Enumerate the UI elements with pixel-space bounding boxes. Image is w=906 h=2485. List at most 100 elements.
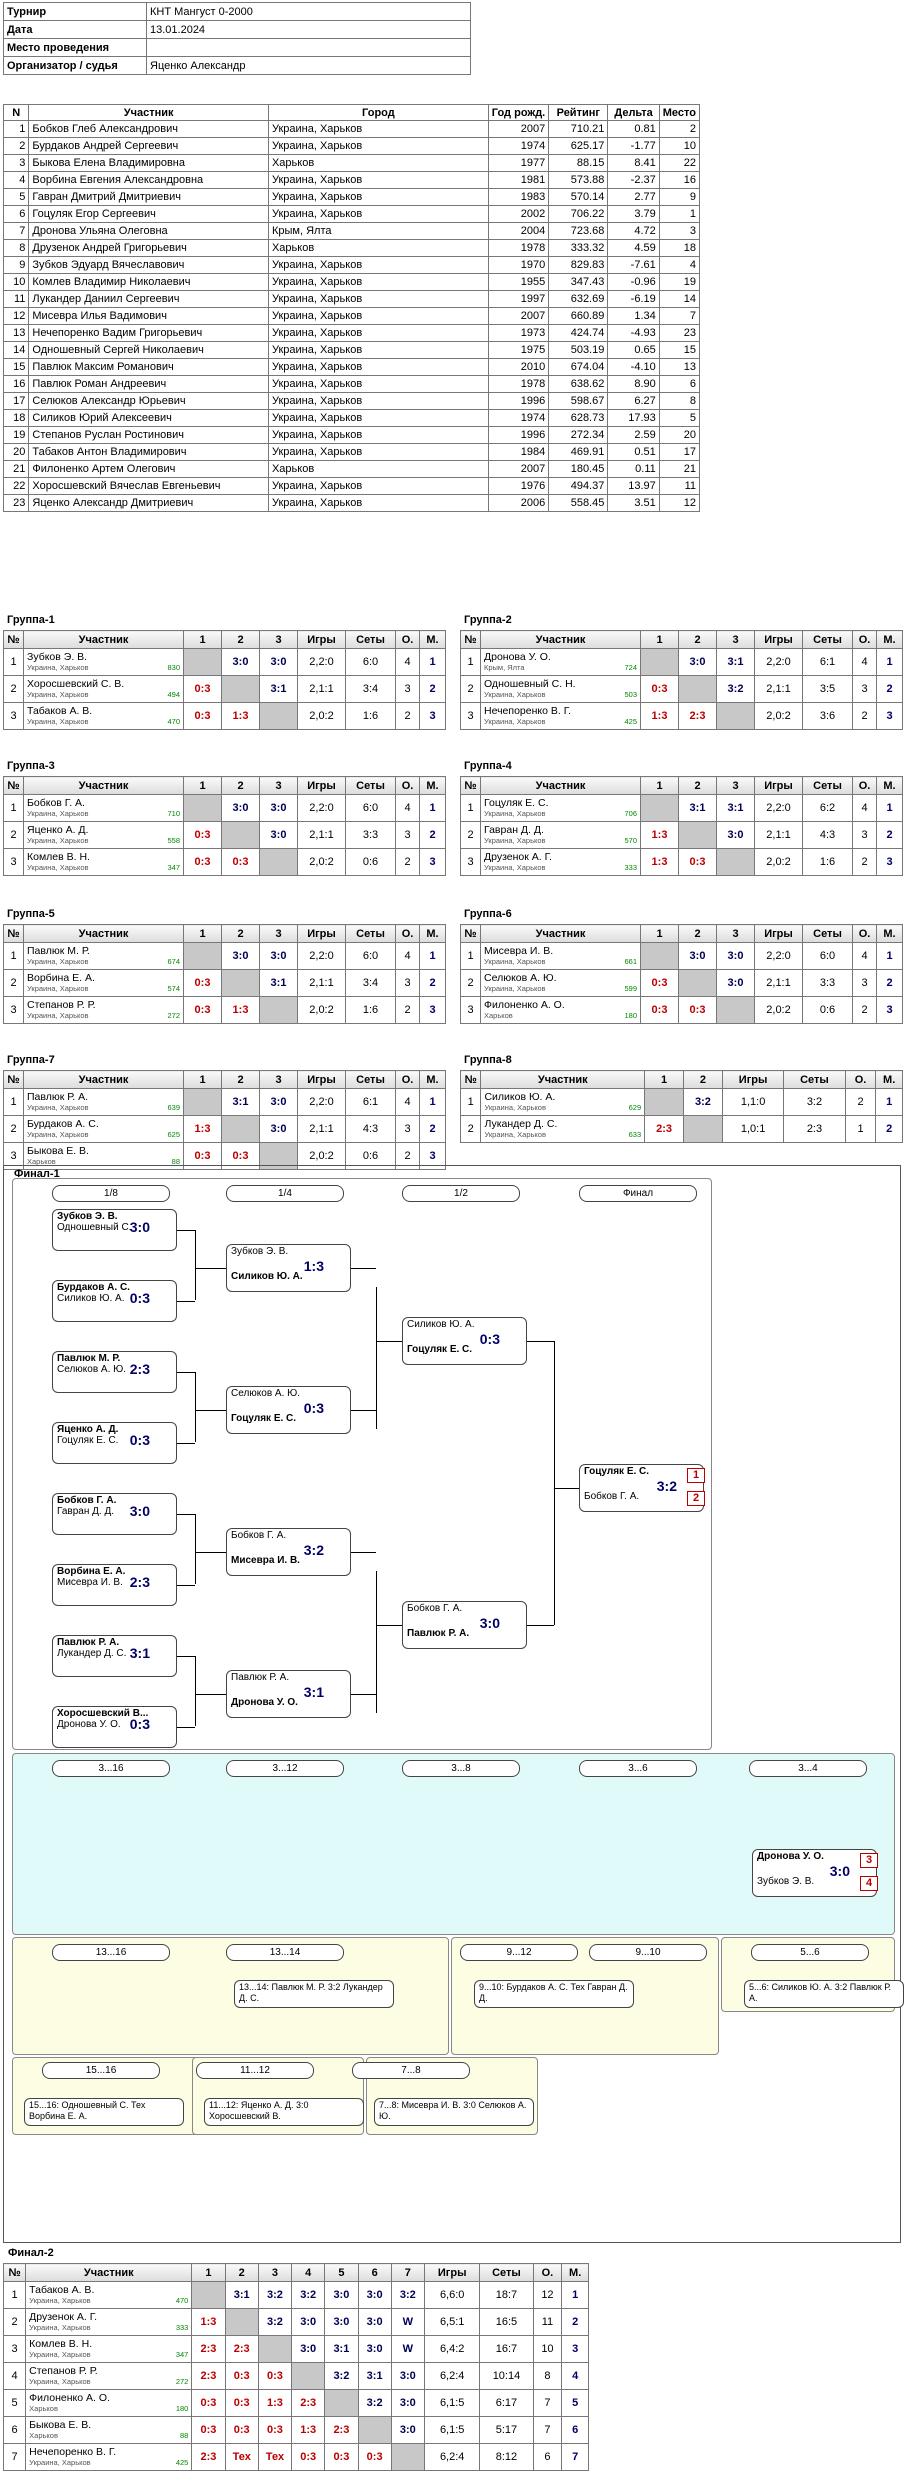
participant-cell: 16 [658, 171, 701, 189]
score-value: 3:0 [727, 950, 744, 962]
score-value: 3:0 [689, 950, 706, 962]
bracket-line [195, 1372, 196, 1442]
participant-cell: Силиков Юрий Алексеевич [28, 409, 269, 427]
bracket-line [177, 1301, 195, 1302]
final2-row-number: 6 [2, 2416, 27, 2444]
group-pts: 2 [395, 996, 420, 1024]
group-score: 3:0 [716, 942, 755, 970]
group-pts: 4 [395, 942, 420, 970]
score-value: 3:1 [270, 683, 287, 695]
group-player: Мисевра И. В. Украина, Харьков 661 [480, 942, 641, 970]
group-row: 2 Гавран Д. Д. Украина, Харьков 570 1:3 3:0 2,… [460, 821, 903, 849]
group-header: Игры [754, 924, 803, 943]
match-player-b: Однoшевный С. [57, 1222, 132, 1233]
group-row: 3 Табаков А. В. Украина, Харьков 470 0:3 1:3 2… [3, 702, 446, 730]
score-value: 2:3 [200, 2343, 217, 2355]
score-value: 1:3 [651, 710, 668, 722]
group-header: О. [395, 630, 420, 649]
match-score: 2:3 [129, 1574, 150, 1590]
group-player: Павлюк Р. А. Украина, Харьков 639 [23, 1088, 184, 1116]
player-rating: 272 [175, 2377, 189, 2386]
participant-cell: 21 [2, 460, 30, 478]
player-rating: 503 [624, 690, 637, 699]
info-value: 13.01.2024 [146, 20, 471, 39]
player-name: Дронова У. О. [484, 651, 551, 663]
group-sets: 6:2 [802, 794, 853, 822]
group-header: О. [395, 1070, 420, 1089]
participant-cell: 14 [2, 341, 30, 359]
final2-score: 3:2 [257, 2308, 293, 2336]
participant-cell: 570.14 [548, 188, 609, 206]
match-score: 1:3 [303, 1258, 324, 1274]
group-header: Участник [23, 1070, 184, 1089]
final2-header: Участник [25, 2263, 193, 2282]
group-sets: 3:4 [345, 969, 396, 997]
group-score [183, 794, 222, 822]
match-player-a: Бобков Г. А. [407, 1603, 463, 1614]
main-header: Участник [28, 104, 269, 121]
r16-match: Бобков Г. А. 3:0 Гавран Д. Д. [52, 1493, 177, 1535]
group-pl: 3 [876, 702, 903, 730]
final2-header: 2 [224, 2263, 259, 2282]
group-score: 3:0 [259, 821, 298, 849]
final2-score: 0:3 [257, 2416, 293, 2444]
participant-cell: 19 [2, 426, 30, 444]
score-value: 1:3 [200, 2316, 217, 2328]
group-sets: 0:6 [345, 848, 396, 876]
player-city: Украина, Харьков 333 [29, 2323, 188, 2332]
r16-match: Павлюк Р. А. 3:1 Лукандер Д. С. [52, 1635, 177, 1677]
final2-score: 0:3 [224, 2362, 259, 2390]
group-sets: 3:3 [802, 969, 853, 997]
group-score [678, 969, 717, 997]
participant-cell: Украина, Харьков [267, 188, 489, 206]
final2-score: 3:0 [390, 2416, 425, 2444]
group-pl: 1 [875, 1088, 903, 1116]
placement-match: 5...6: Силиков Ю. А. 3:2 Павлюк Р. А. [744, 1980, 904, 2008]
participant-cell: 10 [658, 137, 701, 155]
match-score: 0:3 [129, 1290, 150, 1306]
participant-cell: Украина, Харьков [267, 477, 489, 495]
participant-cell: 723.68 [548, 222, 609, 240]
final-score: 3:2 [656, 1478, 677, 1494]
group-table: № Участник 1 2 3 Игры Сеты О. М. 1 Дронова У. О. Кр… [460, 630, 903, 730]
score-value: 2:3 [656, 1123, 673, 1135]
group-games: 2,2:0 [754, 648, 803, 676]
group-header: Сеты [345, 924, 396, 943]
player-name: Степанов Р. Р. [29, 2365, 98, 2377]
final2-score: 3:2 [357, 2389, 392, 2417]
group-score [221, 969, 260, 997]
placement-match: 7...8: Мисевра И. В. 3:0 Селюков А. Ю. [374, 2098, 534, 2126]
r16-match: Яценко А. Д. 0:3 Гоцуляк Е. С. [52, 1422, 177, 1464]
cons-round-label: 3...12 [226, 1760, 344, 1777]
bracket-line [195, 1656, 196, 1726]
final2-games: 6,1:5 [423, 2389, 481, 2417]
final2-row-number: 2 [2, 2308, 27, 2336]
score-value: 0:3 [194, 856, 211, 868]
player-rating: 347 [175, 2350, 189, 2359]
round-label: 1/8 [52, 1185, 170, 1202]
player-rating: 830 [167, 663, 180, 672]
match-player-a: Силиков Ю. А. [407, 1319, 475, 1330]
group-score [221, 1115, 260, 1143]
final2-games: 6,2:4 [423, 2362, 481, 2390]
player-name: Друзенок А. Г. [29, 2311, 98, 2323]
final2-row: 1 Табаков А. В. Украина, Харьков 470 3:1 3:2 3… [2, 2281, 589, 2309]
score-value: 3:0 [689, 656, 706, 668]
player-city: Украина, Харьков 425 [484, 717, 637, 726]
group-header: Сеты [802, 776, 853, 795]
group-score [259, 848, 298, 876]
participant-cell: Украина, Харьков [267, 324, 489, 342]
group-header: 1 [644, 1070, 685, 1089]
final2-games: 6,5:1 [423, 2308, 481, 2336]
group-games: 1,1:0 [721, 1088, 785, 1116]
champion-name: Гоцуляк Е. С. [584, 1466, 650, 1477]
match-player-b: Гавран Д. Д. [57, 1506, 115, 1517]
match-player-a: Бурдаков А. С. [57, 1282, 130, 1293]
participant-cell: 10 [2, 273, 30, 291]
player-city: Украина, Харьков 661 [484, 957, 637, 966]
participant-cell: Филоненко Артем Олегович [28, 460, 269, 478]
player-name: Бурдаков А. С. [27, 1118, 99, 1130]
group-games: 2,2:0 [297, 794, 346, 822]
group-score: 3:0 [259, 648, 298, 676]
bracket-line [195, 1514, 196, 1584]
